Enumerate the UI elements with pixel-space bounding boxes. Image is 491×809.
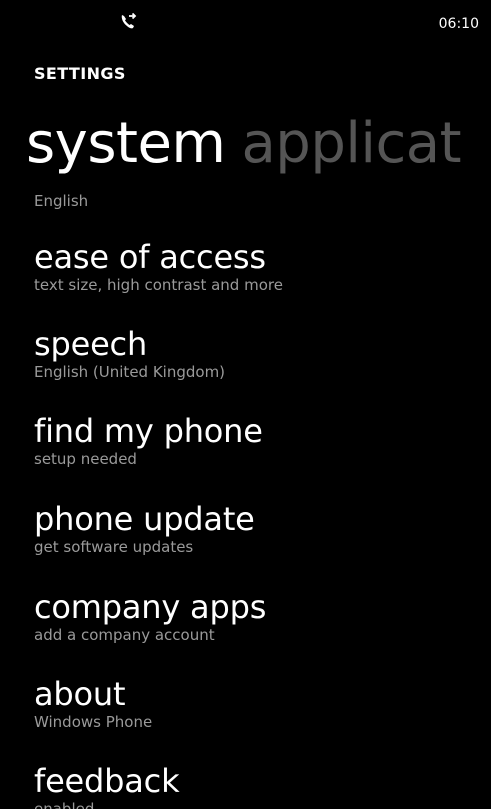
app-title: SETTINGS xyxy=(34,64,126,83)
settings-list[interactable]: English ease of access text size, high c… xyxy=(0,180,491,809)
partial-item-subtitle: English xyxy=(34,192,89,210)
settings-item-subtitle: enabled xyxy=(34,800,95,809)
settings-item-phone-update[interactable]: phone update get software updates xyxy=(34,500,255,556)
settings-item-subtitle: Windows Phone xyxy=(34,713,153,731)
settings-item-title: ease of access xyxy=(34,238,266,276)
pivot-item-applications[interactable]: applicat xyxy=(241,111,461,176)
settings-item-title: find my phone xyxy=(34,412,263,450)
settings-item-subtitle: text size, high contrast and more xyxy=(34,276,283,294)
settings-item-title: feedback xyxy=(34,762,180,800)
pivot-header: system applicat xyxy=(26,111,462,176)
settings-item-feedback[interactable]: feedback enabled xyxy=(34,762,180,809)
settings-item-title: company apps xyxy=(34,588,267,626)
call-forwarding-icon xyxy=(118,12,138,32)
settings-item-company-apps[interactable]: company apps add a company account xyxy=(34,588,266,644)
settings-item-title: phone update xyxy=(34,500,255,538)
pivot-item-system[interactable]: system xyxy=(26,111,226,176)
settings-item-speech[interactable]: speech English (United Kingdom) xyxy=(34,325,225,381)
settings-item-title: about xyxy=(34,675,126,713)
settings-item-title: speech xyxy=(34,325,148,363)
settings-item-subtitle: add a company account xyxy=(34,626,215,644)
settings-item-find-my-phone[interactable]: find my phone setup needed xyxy=(34,412,263,468)
settings-item-subtitle: English (United Kingdom) xyxy=(34,363,226,381)
clock: 06:10 xyxy=(438,16,479,32)
settings-item-subtitle: setup needed xyxy=(34,450,137,468)
status-bar: 06:10 xyxy=(0,0,491,44)
settings-item-ease-of-access[interactable]: ease of access text size, high contrast … xyxy=(34,238,283,294)
settings-item-subtitle: get software updates xyxy=(34,538,194,556)
settings-item-about[interactable]: about Windows Phone xyxy=(34,675,152,731)
